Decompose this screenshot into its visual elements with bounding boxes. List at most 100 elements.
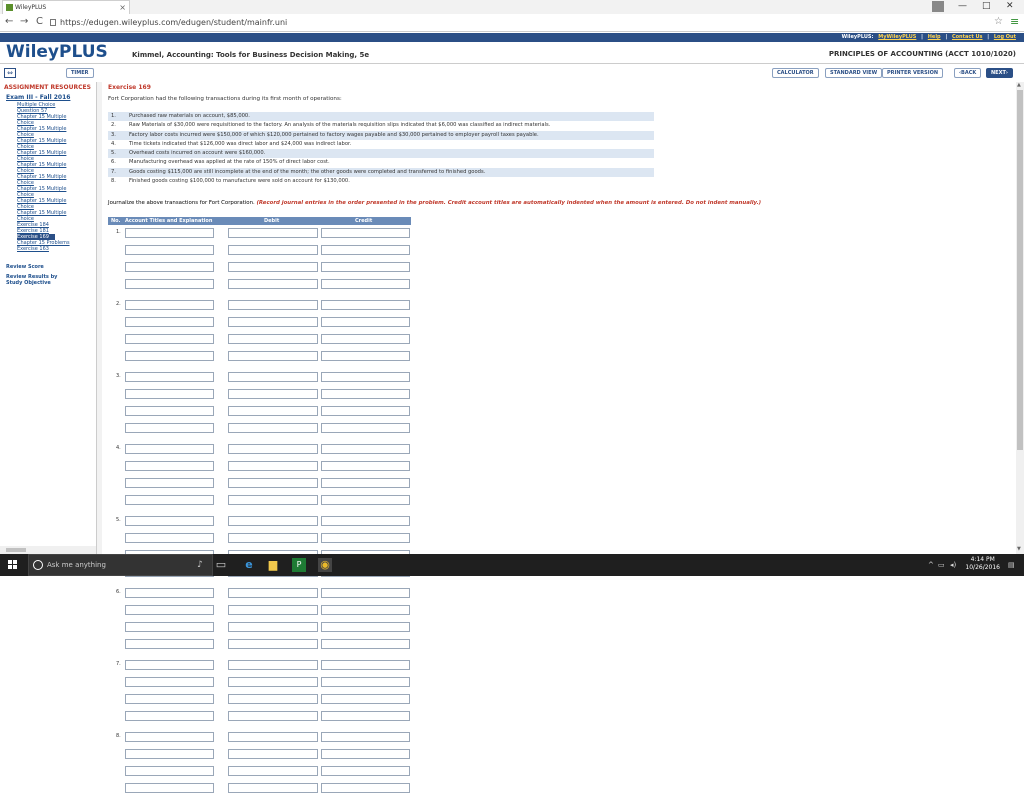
debit-input[interactable]: [228, 533, 318, 543]
debit-input[interactable]: [228, 228, 318, 238]
taskbar-clock[interactable]: 4:14 PM 10/26/2016: [965, 556, 1000, 572]
credit-input[interactable]: [321, 279, 410, 289]
credit-input[interactable]: [321, 389, 410, 399]
credit-input[interactable]: [321, 660, 410, 670]
debit-input[interactable]: [228, 262, 318, 272]
credit-input[interactable]: [321, 228, 410, 238]
credit-input[interactable]: [321, 334, 410, 344]
debit-input[interactable]: [228, 516, 318, 526]
calculator-button[interactable]: CALCULATOR: [772, 68, 819, 78]
debit-input[interactable]: [228, 478, 318, 488]
account-title-input[interactable]: [125, 711, 214, 721]
bookmark-star-icon[interactable]: ☆: [994, 16, 1003, 27]
tab-close-icon[interactable]: ×: [119, 1, 126, 14]
debit-input[interactable]: [228, 694, 318, 704]
account-title-input[interactable]: [125, 749, 214, 759]
account-title-input[interactable]: [125, 245, 214, 255]
browser-menu-icon[interactable]: ≡: [1010, 15, 1019, 28]
mywileyplus-link[interactable]: MyWileyPLUS: [878, 34, 916, 40]
account-title-input[interactable]: [125, 533, 214, 543]
account-title-input[interactable]: [125, 605, 214, 615]
credit-input[interactable]: [321, 372, 410, 382]
account-title-input[interactable]: [125, 262, 214, 272]
debit-input[interactable]: [228, 279, 318, 289]
account-title-input[interactable]: [125, 317, 214, 327]
credit-input[interactable]: [321, 317, 410, 327]
debit-input[interactable]: [228, 766, 318, 776]
debit-input[interactable]: [228, 495, 318, 505]
network-icon[interactable]: ▭: [938, 561, 945, 569]
next-button[interactable]: NEXT›: [986, 68, 1013, 78]
account-title-input[interactable]: [125, 622, 214, 632]
url-input[interactable]: https://edugen.wileyplus.com/edugen/stud…: [50, 16, 1000, 29]
credit-input[interactable]: [321, 732, 410, 742]
account-title-input[interactable]: [125, 766, 214, 776]
scrollbar-thumb[interactable]: [6, 548, 26, 552]
file-explorer-icon[interactable]: ▆: [266, 558, 280, 572]
debit-input[interactable]: [228, 711, 318, 721]
credit-input[interactable]: [321, 406, 410, 416]
sway-icon[interactable]: P: [292, 558, 306, 572]
credit-input[interactable]: [321, 783, 410, 793]
reload-icon[interactable]: C: [36, 16, 43, 27]
credit-input[interactable]: [321, 423, 410, 433]
standard-view-button[interactable]: STANDARD VIEW: [825, 68, 883, 78]
back-button[interactable]: ‹BACK: [954, 68, 982, 78]
account-title-input[interactable]: [125, 334, 214, 344]
debit-input[interactable]: [228, 588, 318, 598]
sidebar-horizontal-scrollbar[interactable]: [0, 546, 96, 554]
debit-input[interactable]: [228, 677, 318, 687]
debit-input[interactable]: [228, 622, 318, 632]
action-center-icon[interactable]: ▤: [1008, 561, 1015, 569]
debit-input[interactable]: [228, 372, 318, 382]
toggle-panel-icon[interactable]: ⇔: [4, 68, 16, 78]
debit-input[interactable]: [228, 317, 318, 327]
tray-chevron-icon[interactable]: ^: [928, 561, 934, 569]
printer-version-button[interactable]: PRINTER VERSION: [882, 68, 944, 78]
account-title-input[interactable]: [125, 516, 214, 526]
credit-input[interactable]: [321, 351, 410, 361]
profile-icon[interactable]: [932, 1, 944, 12]
debit-input[interactable]: [228, 749, 318, 759]
scrollbar-thumb[interactable]: [1017, 90, 1023, 450]
volume-icon[interactable]: ◂): [950, 561, 956, 569]
account-title-input[interactable]: [125, 783, 214, 793]
debit-input[interactable]: [228, 461, 318, 471]
account-title-input[interactable]: [125, 279, 214, 289]
debit-input[interactable]: [228, 639, 318, 649]
account-title-input[interactable]: [125, 495, 214, 505]
account-title-input[interactable]: [125, 478, 214, 488]
debit-input[interactable]: [228, 406, 318, 416]
maximize-button[interactable]: □: [982, 0, 991, 12]
debit-input[interactable]: [228, 245, 318, 255]
close-window-button[interactable]: ✕: [1006, 0, 1014, 12]
microphone-icon[interactable]: ♪: [193, 558, 207, 572]
credit-input[interactable]: [321, 605, 410, 615]
credit-input[interactable]: [321, 262, 410, 272]
debit-input[interactable]: [228, 783, 318, 793]
scroll-down-icon[interactable]: ▼: [1017, 546, 1021, 552]
contact-us-link[interactable]: Contact Us: [952, 34, 983, 40]
chrome-icon[interactable]: ◉: [318, 558, 332, 572]
account-title-input[interactable]: [125, 588, 214, 598]
credit-input[interactable]: [321, 677, 410, 687]
debit-input[interactable]: [228, 423, 318, 433]
credit-input[interactable]: [321, 478, 410, 488]
account-title-input[interactable]: [125, 228, 214, 238]
debit-input[interactable]: [228, 389, 318, 399]
credit-input[interactable]: [321, 245, 410, 255]
edge-icon[interactable]: e: [242, 558, 256, 572]
account-title-input[interactable]: [125, 639, 214, 649]
minimize-button[interactable]: —: [958, 0, 967, 12]
page-vertical-scrollbar[interactable]: ▲ ▼: [1016, 82, 1024, 554]
account-title-input[interactable]: [125, 372, 214, 382]
timer-button[interactable]: TIMER: [66, 68, 94, 78]
account-title-input[interactable]: [125, 423, 214, 433]
account-title-input[interactable]: [125, 461, 214, 471]
credit-input[interactable]: [321, 516, 410, 526]
account-title-input[interactable]: [125, 389, 214, 399]
credit-input[interactable]: [321, 694, 410, 704]
account-title-input[interactable]: [125, 660, 214, 670]
account-title-input[interactable]: [125, 300, 214, 310]
account-title-input[interactable]: [125, 677, 214, 687]
